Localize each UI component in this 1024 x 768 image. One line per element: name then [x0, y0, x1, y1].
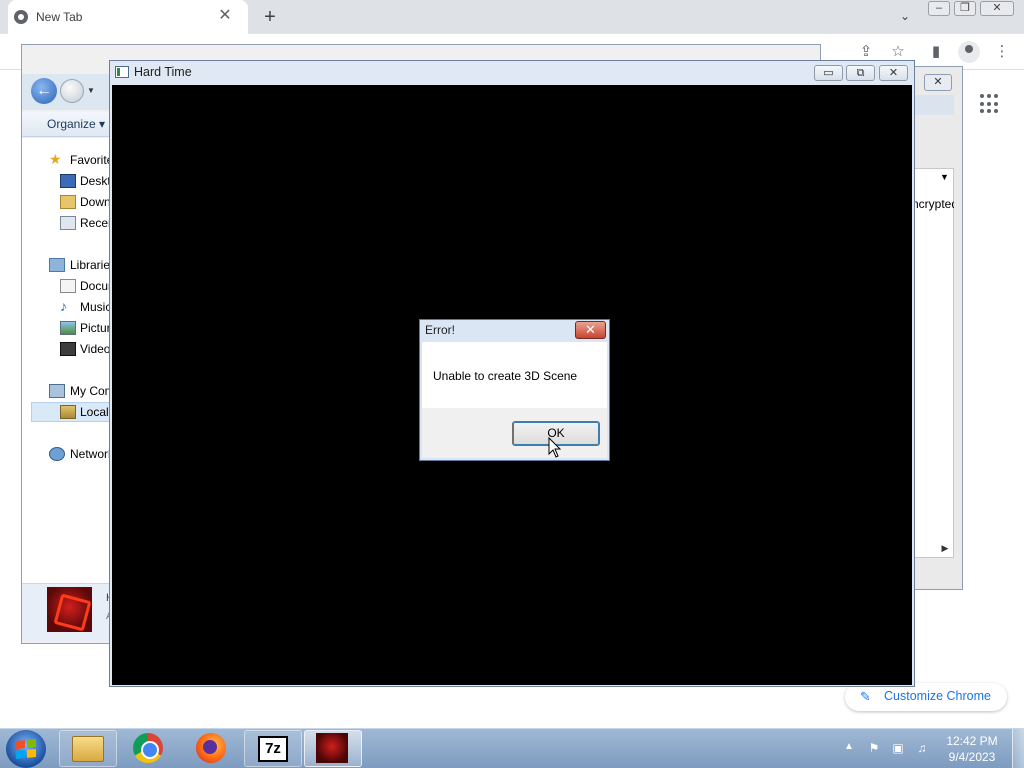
tree-item-recent-places[interactable]: Recent Places — [80, 216, 112, 230]
recent-places-icon — [60, 216, 76, 230]
7zip-icon: 7z — [258, 736, 288, 762]
chrome-minimize-button[interactable]: – — [928, 1, 950, 16]
volume-muted-icon[interactable]: ♫ — [914, 740, 930, 756]
pencil-icon: ✎ — [860, 689, 871, 704]
new-tab-button[interactable]: + — [258, 5, 282, 29]
window-app-icon — [115, 66, 129, 78]
background-dialog-list — [914, 168, 954, 558]
downloads-icon — [60, 195, 76, 209]
tab-close-icon[interactable]: ✕ — [216, 7, 234, 25]
background-dialog-close-button[interactable]: ✕ — [924, 74, 952, 91]
error-message: Unable to create 3D Scene — [433, 369, 578, 383]
chrome-menu-icon[interactable]: ⋮ — [992, 42, 1012, 62]
chrome-restore-button[interactable]: ❐ — [954, 1, 976, 16]
libraries-icon — [49, 258, 65, 272]
hard-time-window-title: Hard Time — [134, 65, 192, 79]
tree-item-desktop[interactable]: Desktop — [80, 174, 112, 188]
chrome-tab-title: New Tab — [36, 10, 83, 24]
star-icon: ★ — [49, 151, 62, 167]
computer-icon — [49, 384, 65, 398]
customize-chrome-label: Customize Chrome — [884, 689, 991, 703]
clock-time[interactable]: 12:42 PM — [946, 734, 998, 748]
tree-item-documents[interactable]: Documents — [80, 279, 112, 293]
column-header-encrypted[interactable]: Encrypted — [912, 197, 954, 211]
tree-item-videos[interactable]: Videos — [80, 342, 112, 356]
dropdown-arrow-icon[interactable]: ▼ — [940, 172, 949, 182]
music-icon: ♪ — [60, 298, 67, 314]
explorer-icon — [72, 736, 104, 762]
firefox-icon — [196, 733, 226, 763]
tree-item-pictures[interactable]: Pictures — [80, 321, 112, 335]
error-dialog-close-button[interactable]: ✕ — [575, 321, 606, 339]
forward-arrow-icon[interactable] — [60, 79, 84, 103]
tree-item-libraries[interactable]: Libraries — [70, 258, 110, 272]
tree-item-local-disk[interactable]: Local Disk — [80, 405, 112, 419]
back-arrow-icon[interactable]: ← — [31, 78, 57, 104]
network-tray-icon[interactable]: ▣ — [890, 740, 906, 756]
background-dialog-toolbar — [914, 95, 954, 115]
chrome-icon — [133, 733, 163, 763]
show-hidden-icons-button[interactable]: ▲ — [844, 741, 854, 752]
local-disk-icon — [60, 405, 76, 419]
tree-item-my-computer[interactable]: My Computer — [70, 384, 110, 398]
hard-time-icon — [316, 733, 348, 763]
google-apps-icon[interactable] — [980, 94, 1000, 114]
tab-search-chevron-icon[interactable]: ⌄ — [896, 7, 914, 25]
videos-icon — [60, 342, 76, 356]
action-center-flag-icon[interactable]: ⚑ — [866, 740, 882, 756]
bookmark-star-icon[interactable]: ☆ — [888, 42, 908, 62]
network-icon — [49, 447, 65, 461]
chrome-close-button[interactable]: ✕ — [980, 1, 1014, 16]
minimize-button[interactable]: ▭ — [814, 65, 843, 81]
chrome-favicon-icon — [14, 10, 28, 24]
close-button[interactable]: ✕ — [879, 65, 908, 81]
tree-item-downloads[interactable]: Downloads — [80, 195, 112, 209]
desktop-icon — [60, 174, 76, 188]
error-dialog-title: Error! — [425, 323, 455, 337]
scroll-right-arrow-icon[interactable]: ▶ — [938, 541, 952, 555]
tree-item-favorites[interactable]: Favorites — [70, 153, 110, 167]
clock-date[interactable]: 9/4/2023 — [946, 750, 998, 764]
maximize-button[interactable]: ⧉ — [846, 65, 875, 81]
mouse-cursor-icon — [548, 437, 562, 458]
organize-button[interactable]: Organize ▾ — [47, 117, 105, 131]
show-desktop-button[interactable] — [1012, 729, 1024, 768]
recent-locations-dropdown-icon[interactable]: ▼ — [87, 86, 95, 95]
tree-item-network[interactable]: Network — [70, 447, 110, 461]
profile-avatar-icon[interactable] — [958, 41, 980, 63]
pictures-icon — [60, 321, 76, 335]
windows-logo-icon — [16, 738, 36, 760]
share-icon[interactable]: ⇪ — [856, 42, 876, 62]
documents-icon — [60, 279, 76, 293]
hard-time-thumbnail — [47, 587, 92, 632]
tree-item-music[interactable]: Music — [80, 300, 112, 314]
side-panel-icon[interactable]: ▮ — [926, 42, 946, 62]
